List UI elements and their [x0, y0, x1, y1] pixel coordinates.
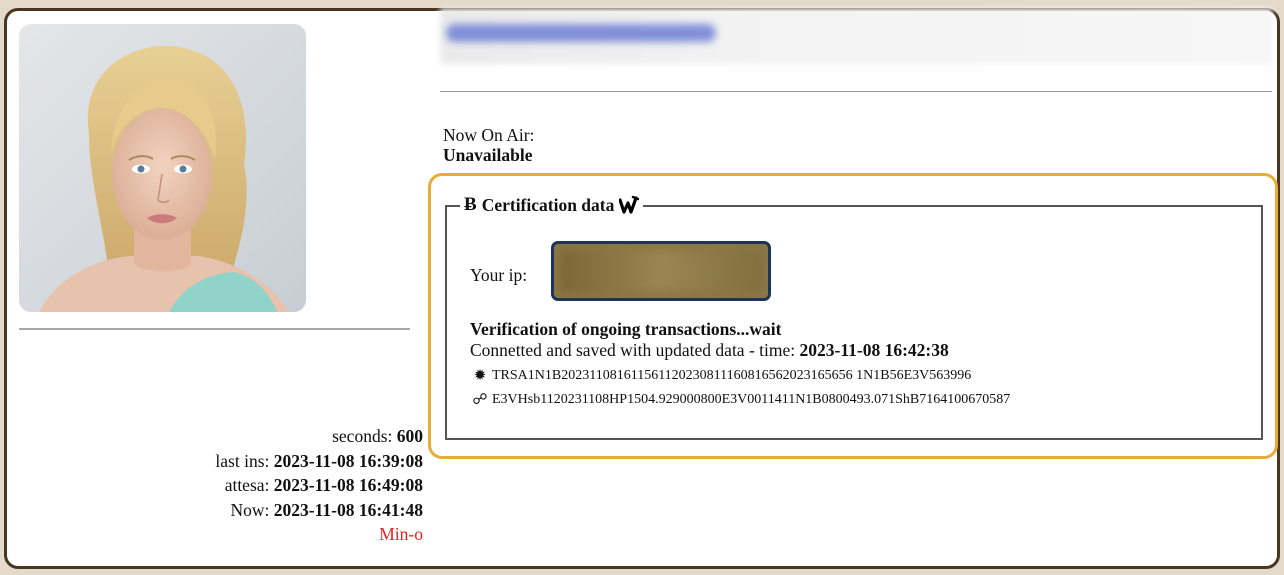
on-air-label: Now On Air:: [443, 125, 535, 145]
mode-indicator: Min-o: [379, 524, 423, 544]
last-ins-row: last ins: 2023-11-08 16:39:08: [215, 449, 423, 474]
verification-status-text: Connetted and saved with updated data - …: [470, 340, 800, 360]
blurred-link[interactable]: [446, 24, 716, 42]
verification-status-line: Connetted and saved with updated data - …: [470, 339, 949, 361]
woman-portrait-icon: [19, 24, 306, 312]
last-ins-label: last ins:: [215, 450, 274, 471]
verification-time: 2023-11-08 16:42:38: [799, 340, 949, 360]
timer-stats: seconds: 600 last ins: 2023-11-08 16:39:…: [215, 424, 423, 547]
last-ins-value: 2023-11-08 16:39:08: [273, 450, 423, 471]
transaction-code-row: ✹ TRSA1N1B202311081611561120230811160816…: [472, 367, 972, 385]
ip-label: Your ip:: [470, 265, 528, 285]
link-code-row: ☍ E3VHsb1120231108HP1504.929000800E3V001…: [472, 391, 1010, 409]
left-divider: [19, 328, 410, 330]
seconds-value: 600: [396, 426, 423, 446]
gear-icon: ✹: [473, 368, 487, 384]
link-icon: ☍: [472, 392, 488, 408]
verification-status-title: Verification of ongoing transactions...w…: [470, 319, 782, 339]
certification-legend: Ƀ Certification data: [460, 193, 644, 217]
on-air-status: Unavailable: [443, 145, 533, 165]
now-row: Now: 2023-11-08 16:41:48: [215, 498, 424, 523]
now-label: Now:: [230, 499, 274, 520]
ip-value-box: [551, 241, 771, 301]
transaction-code: TRSA1N1B20231108161156112023081116081656…: [492, 368, 972, 383]
now-value: 2023-11-08 16:41:48: [273, 499, 423, 520]
brand-w-icon: [619, 195, 640, 214]
seconds-row: seconds: 600: [215, 424, 423, 449]
link-code: E3VHsb1120231108HP1504.929000800E3V00114…: [492, 392, 1011, 407]
attesa-value: 2023-11-08 16:49:08: [273, 475, 423, 495]
profile-photo: [19, 24, 306, 312]
ip-value-redacted: [560, 250, 762, 292]
bitcoin-icon: Ƀ: [464, 194, 477, 215]
seconds-label: seconds:: [332, 426, 397, 446]
attesa-label: attesa:: [224, 475, 274, 495]
attesa-row: attesa: 2023-11-08 16:49:08: [215, 473, 423, 498]
certification-title: Certification data: [481, 195, 615, 215]
right-divider: [440, 91, 1272, 92]
